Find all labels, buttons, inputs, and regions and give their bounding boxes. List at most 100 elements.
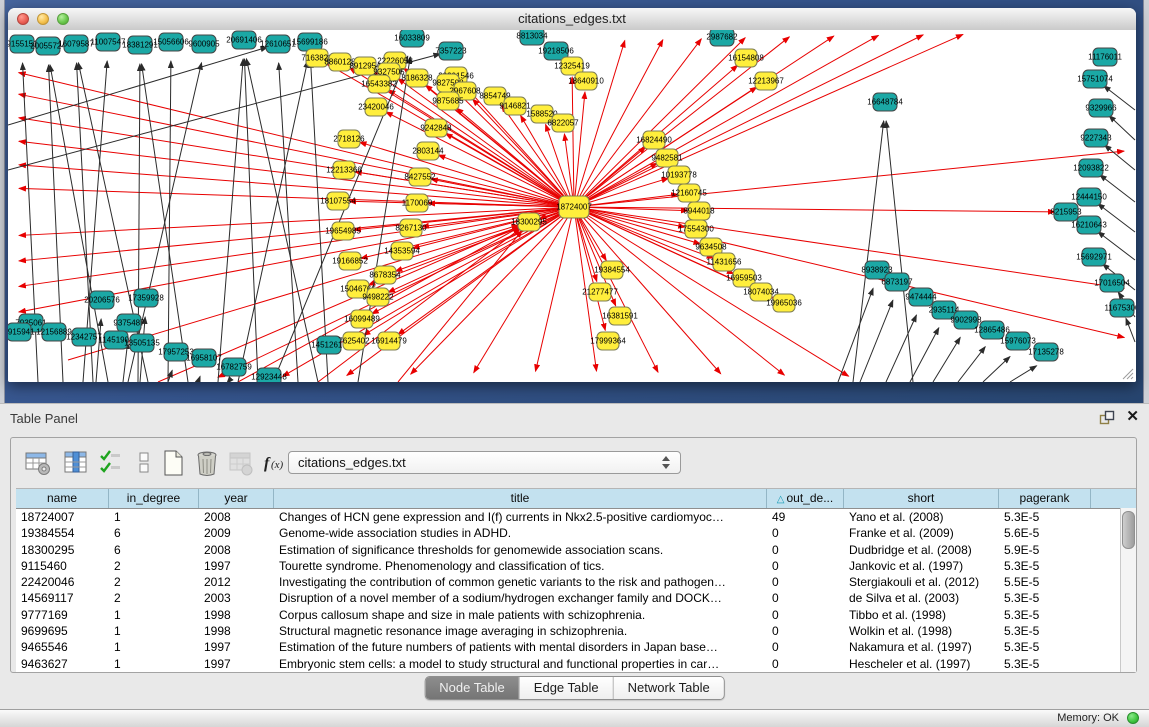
network-node-yellow[interactable]: 8186328 [401, 69, 433, 87]
network-node-teal[interactable]: 15751074 [1077, 70, 1113, 88]
citation-edge-black[interactable] [933, 337, 960, 382]
network-node-yellow[interactable]: 17999364 [590, 332, 626, 350]
network-node-yellow[interactable]: 2718126 [333, 130, 365, 148]
network-node-hub[interactable]: 18724007 [556, 196, 592, 218]
network-node-teal[interactable]: 15699186 [292, 33, 328, 51]
column-header-out_de[interactable]: △out_de... [767, 489, 844, 508]
network-node-yellow[interactable]: 12213366 [326, 161, 362, 179]
scrollbar-thumb[interactable] [1122, 511, 1135, 549]
network-node-yellow[interactable]: 19166852 [332, 252, 368, 270]
citation-edge-red[interactable] [474, 207, 574, 373]
new-file-button[interactable] [159, 449, 187, 477]
citation-edge-black[interactable] [860, 300, 893, 382]
network-node-yellow[interactable]: 17554300 [678, 220, 714, 238]
citation-edge-black[interactable] [853, 121, 884, 382]
network-node-teal[interactable]: 20691406 [226, 31, 262, 49]
network-node-yellow[interactable]: 8427552 [404, 168, 436, 186]
citation-network-graph[interactable]: 1872400718300295915515120055724160795871… [8, 30, 1136, 382]
network-node-teal[interactable]: 17135278 [1028, 343, 1064, 361]
import-table-button[interactable] [227, 449, 255, 477]
citation-edge-black[interactable] [1109, 116, 1135, 140]
network-node-teal[interactable]: 11007547 [91, 33, 127, 51]
network-node-teal[interactable]: 9375487 [113, 314, 145, 332]
citation-edge-red[interactable] [446, 133, 574, 207]
table-selector-dropdown[interactable]: citations_edges.txt [288, 451, 681, 474]
citation-edge-black[interactable] [279, 63, 298, 382]
network-node-teal[interactable]: 9600905 [188, 35, 220, 53]
table-row[interactable]: 969969511998Structural magnetic resonanc… [16, 623, 1136, 639]
network-node-teal[interactable]: 9227343 [1080, 129, 1112, 147]
column-header-name[interactable]: name [16, 489, 109, 508]
citation-edge-black[interactable] [1126, 318, 1135, 342]
network-node-teal[interactable]: 15056606 [153, 33, 189, 51]
network-node-yellow[interactable]: 14353594 [384, 242, 420, 260]
citation-edge-black[interactable] [983, 357, 1010, 382]
citation-edge-black[interactable] [1010, 366, 1037, 382]
column-header-year[interactable]: year [199, 489, 274, 508]
window-titlebar[interactable]: citations_edges.txt [8, 8, 1136, 31]
network-node-teal[interactable]: 12444150 [1071, 188, 1107, 206]
network-node-yellow[interactable]: 19384554 [594, 261, 630, 279]
citation-edge-black[interactable] [886, 121, 913, 382]
network-node-teal[interactable]: 12093822 [1073, 159, 1109, 177]
network-node-yellow[interactable]: 6822057 [547, 114, 579, 132]
network-canvas[interactable]: 1872400718300295915515120055724160795871… [8, 30, 1136, 382]
citation-edge-black[interactable] [311, 61, 328, 382]
citation-edge-black[interactable] [838, 288, 873, 382]
tab-edge-table[interactable]: Edge Table [520, 677, 614, 699]
network-node-teal[interactable]: 17359928 [128, 289, 164, 307]
column-header-in_degree[interactable]: in_degree [109, 489, 199, 508]
close-icon[interactable]: ✕ [1126, 408, 1139, 426]
citation-edge-red[interactable] [574, 207, 1124, 288]
network-node-teal[interactable]: 16033809 [394, 30, 430, 47]
row-height-button[interactable] [130, 449, 158, 477]
citation-edge-black[interactable] [1105, 145, 1135, 170]
network-node-yellow[interactable]: 2803144 [412, 142, 444, 160]
citation-edge-red[interactable] [574, 34, 963, 207]
network-node-yellow[interactable]: 12160745 [671, 184, 707, 202]
tab-node-table[interactable]: Node Table [425, 677, 520, 699]
network-node-yellow[interactable]: 1170069 [402, 194, 433, 212]
table-row[interactable]: 2242004622012Investigating the contribut… [16, 574, 1136, 590]
citation-edge-red[interactable] [574, 207, 1124, 337]
citation-edge-black[interactable] [198, 376, 200, 382]
network-node-yellow[interactable]: 8678354 [369, 266, 401, 284]
citation-edge-black[interactable] [910, 328, 939, 382]
network-node-teal[interactable]: 6873197 [881, 273, 913, 291]
table-row[interactable]: 977716911998Corpus callosum shape and si… [16, 607, 1136, 623]
network-node-teal[interactable]: 11675300 [1105, 299, 1137, 317]
column-header-title[interactable]: title [274, 489, 767, 508]
table-options-button[interactable] [24, 449, 52, 477]
select-columns-button[interactable] [97, 449, 125, 477]
network-node-yellow[interactable]: 10193778 [661, 166, 697, 184]
table-row[interactable]: 1456911722003Disruption of a novel membe… [16, 590, 1136, 606]
network-node-teal[interactable]: 15692971 [1076, 248, 1112, 266]
network-node-yellow[interactable]: 16154808 [728, 49, 764, 67]
window-resize-grip[interactable] [1118, 364, 1134, 380]
network-node-teal[interactable]: 16648784 [867, 93, 903, 111]
network-node-yellow[interactable]: 9498222 [362, 288, 394, 306]
citation-edge-red[interactable] [411, 207, 574, 374]
function-builder-button[interactable]: f(x) [261, 449, 289, 477]
citation-edge-black[interactable] [8, 47, 267, 125]
show-columns-button[interactable] [62, 449, 90, 477]
column-header-pagerank[interactable]: pagerank [999, 489, 1091, 508]
network-node-teal[interactable]: 17016504 [1094, 274, 1130, 292]
delete-button[interactable] [193, 449, 221, 477]
network-node-teal[interactable]: 2987682 [706, 30, 738, 46]
network-node-teal[interactable]: 8813034 [516, 30, 548, 45]
network-node-yellow[interactable]: 9482581 [651, 149, 683, 167]
float-window-icon[interactable] [1099, 410, 1115, 426]
network-node-yellow[interactable]: 8944018 [683, 202, 715, 220]
citation-edge-red[interactable] [572, 77, 574, 207]
table-row[interactable]: 946362711997Embryonic stem cells: a mode… [16, 656, 1136, 672]
citation-edge-black[interactable] [244, 59, 258, 382]
tab-network-table[interactable]: Network Table [614, 677, 724, 699]
network-node-teal[interactable]: 9329966 [1085, 99, 1117, 117]
table-row[interactable]: 911546021997Tourette syndrome. Phenomeno… [16, 558, 1136, 574]
table-row[interactable]: 1938455462009Genome-wide association stu… [16, 525, 1136, 541]
table-scrollbar[interactable] [1120, 508, 1136, 672]
network-node-yellow[interactable]: 19654985 [325, 222, 361, 240]
citation-edge-red[interactable] [19, 207, 574, 235]
network-node-yellow[interactable]: 12213967 [748, 72, 784, 90]
